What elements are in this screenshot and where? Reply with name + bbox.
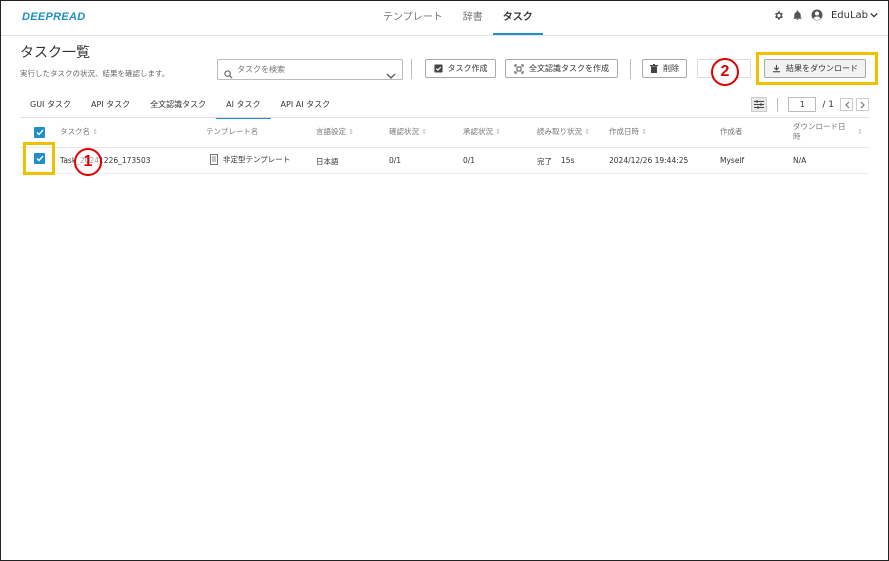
cell-read-status: 完了 — [537, 157, 552, 166]
tab-api-ai-task[interactable]: API AI タスク — [271, 95, 341, 117]
page-title: タスク一覧 — [20, 45, 90, 61]
create-full-text-task-label: 全文認識タスクを作成 — [529, 64, 609, 73]
col-header-template-name: テンプレート名 — [206, 127, 259, 136]
col-header-task-name[interactable]: タスク名 ⇕ — [60, 127, 98, 137]
chevron-down-icon[interactable] — [870, 11, 878, 19]
tabs-divider — [20, 117, 869, 118]
page-total: / 1 — [822, 99, 834, 110]
cell-creator: Myself — [720, 156, 745, 165]
cell-template-name: 非定型テンプレート — [210, 154, 290, 165]
trash-icon — [650, 64, 658, 73]
gear-icon[interactable] — [773, 10, 784, 21]
template-name-text: 非定型テンプレート — [223, 155, 291, 164]
col-header-download-date[interactable]: ダウンロード日時 — [793, 122, 846, 142]
tab-full-text-task[interactable]: 全文認識タスク — [140, 95, 216, 117]
page-number-input[interactable]: 1 — [788, 97, 817, 112]
next-page-button[interactable] — [856, 98, 869, 111]
step-marker-1: 1 — [74, 148, 102, 176]
step-marker-2: 2 — [711, 58, 739, 86]
sort-icon: ⇕ — [92, 128, 99, 136]
task-search[interactable] — [217, 59, 403, 80]
app-logo[interactable]: DEEPREAD — [22, 11, 86, 23]
pagination: 1 / 1 — [751, 97, 869, 112]
chevron-right-icon — [860, 101, 865, 108]
sort-icon: ⇕ — [584, 128, 591, 136]
sort-icon: ⇕ — [641, 128, 648, 136]
delete-label: 削除 — [663, 64, 679, 73]
task-type-tabs: GUI タスク API タスク 全文認識タスク AI タスク API AI タス… — [20, 95, 340, 119]
tab-ai-task[interactable]: AI タスク — [216, 95, 271, 119]
document-icon — [210, 154, 218, 165]
col-header-confirm-status[interactable]: 確認状況 ⇕ — [389, 127, 427, 137]
toolbar-divider — [411, 59, 412, 79]
sliders-icon — [754, 100, 765, 109]
create-task-label: タスク作成 — [447, 64, 488, 73]
cell-language: 日本語 — [316, 157, 339, 166]
user-icon[interactable] — [811, 9, 823, 21]
nav-dictionary[interactable]: 辞書 — [453, 1, 493, 33]
col-header-language[interactable]: 言語設定 ⇕ — [316, 127, 354, 137]
tab-gui-task[interactable]: GUI タスク — [20, 95, 81, 117]
header-actions: EduLab — [773, 9, 878, 21]
sort-icon[interactable]: ⇕ — [857, 127, 863, 137]
cell-read-time: 15s — [561, 156, 575, 165]
search-icon — [224, 64, 233, 83]
table-header-divider — [20, 147, 869, 148]
create-task-button[interactable]: タスク作成 — [425, 59, 496, 78]
page-subtitle: 実行したタスクの状況、結果を確認します。 — [20, 69, 170, 78]
sort-icon: ⇕ — [495, 128, 502, 136]
chevron-left-icon — [844, 101, 849, 108]
user-name[interactable]: EduLab — [831, 10, 868, 21]
col-header-creator: 作成者 — [720, 127, 743, 136]
table-row-divider — [20, 173, 869, 174]
nav-tasks[interactable]: タスク — [492, 1, 543, 35]
pager-divider — [777, 97, 779, 112]
col-header-created-at[interactable]: 作成日時 ⇕ — [609, 127, 647, 137]
nav-templates[interactable]: テンプレート — [373, 1, 453, 33]
cell-approve-status: 0/1 — [463, 156, 476, 165]
check-square-icon — [433, 64, 443, 73]
prev-page-button[interactable] — [840, 98, 853, 111]
check-icon — [36, 129, 44, 136]
chevron-down-icon[interactable] — [386, 65, 396, 84]
delete-button[interactable]: 削除 — [642, 59, 687, 78]
sort-icon: ⇕ — [421, 128, 428, 136]
highlight-download-button — [756, 52, 878, 85]
highlight-row-checkbox — [23, 142, 55, 175]
col-header-read-status[interactable]: 読み取り状況 ⇕ — [537, 127, 590, 137]
toolbar-divider — [630, 59, 631, 79]
sort-icon: ⇕ — [348, 128, 355, 136]
bell-icon[interactable] — [792, 9, 803, 21]
cell-confirm-status: 0/1 — [389, 156, 402, 165]
col-header-approve-status[interactable]: 承認状況 ⇕ — [463, 127, 501, 137]
top-bar: DEEPREAD テンプレート 辞書 タスク EduLab — [1, 1, 888, 36]
scan-document-icon — [514, 64, 524, 73]
main-nav: テンプレート 辞書 タスク — [373, 1, 543, 35]
search-input[interactable] — [237, 62, 377, 76]
tab-api-task[interactable]: API タスク — [81, 95, 140, 117]
cell-created-at: 2024/12/26 19:44:25 — [609, 156, 689, 165]
cell-download-date: N/A — [793, 156, 807, 165]
select-all-checkbox[interactable] — [34, 127, 45, 138]
create-full-text-task-button[interactable]: 全文認識タスクを作成 — [505, 59, 618, 78]
column-settings-button[interactable] — [751, 97, 768, 112]
